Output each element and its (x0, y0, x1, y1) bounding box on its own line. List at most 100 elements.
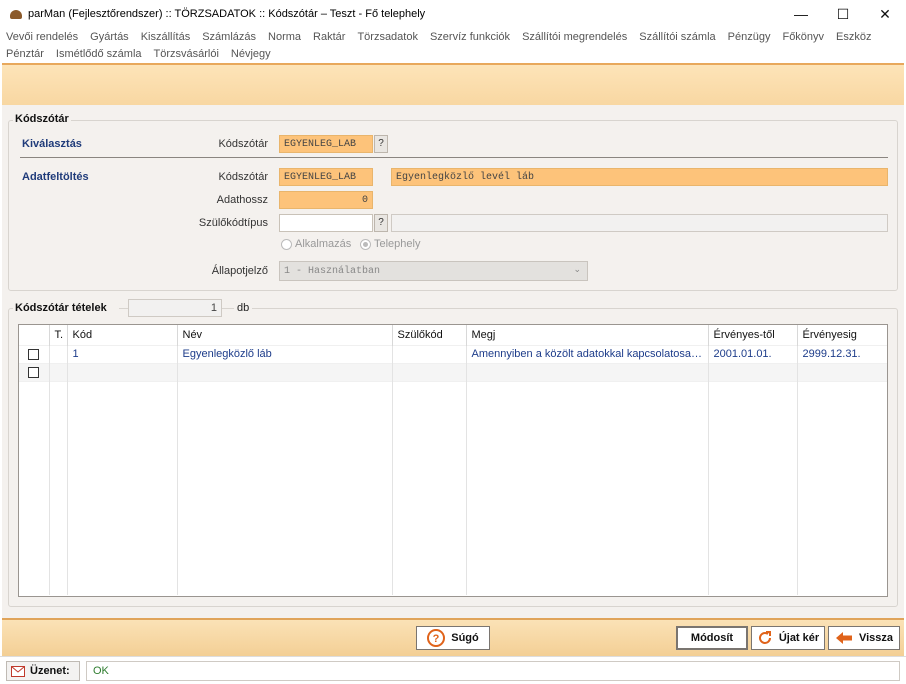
radio-telephely-label: Telephely (374, 238, 421, 250)
menu-penzugy[interactable]: Pénzügy (728, 30, 771, 45)
tetelek-unit: db (234, 302, 253, 314)
cell-t (49, 362, 68, 381)
szulokodtipus-desc-field (391, 214, 888, 232)
sugo-label: Súgó (451, 632, 479, 644)
table-row-new[interactable] (19, 362, 887, 381)
cell-ervenyesig: 2999.12.31. (797, 344, 887, 363)
tetelek-group-title: Kódszótár tételek (13, 302, 119, 314)
menu-penztar[interactable]: Pénztár (6, 47, 44, 62)
cell-ervenyes-tol: 2001.01.01. (708, 344, 798, 363)
szulokodtipus-label: Szülőkódtípus (198, 217, 268, 229)
szulokodtipus-lookup-button[interactable]: ? (374, 214, 388, 232)
section-divider (20, 157, 888, 158)
kivalasztas-lookup-button[interactable]: ? (374, 135, 388, 153)
close-button[interactable]: ✕ (864, 0, 906, 28)
adatfeltoltes-label: Adatfeltöltés (22, 171, 89, 183)
menu-nevjegy[interactable]: Névjegy (231, 47, 271, 62)
window-controls: — ☐ ✕ (780, 0, 906, 28)
col-header-szulokod[interactable]: Szülőkód (392, 325, 467, 345)
minimize-button[interactable]: — (780, 0, 822, 28)
adathossz-label: Adathossz (216, 194, 268, 206)
radio-alkalmazas[interactable]: Alkalmazás (281, 238, 351, 250)
items-table: T. Kód Név Szülőkód Megj Érvényes-től Ér… (18, 324, 888, 597)
adatfeltoltes-kod-label: Kódszótár (218, 171, 268, 183)
cell-ervenyesig (797, 362, 887, 381)
allapotjelzo-value: 1 - Használatban (284, 266, 381, 277)
maximize-button[interactable]: ☐ (822, 0, 864, 28)
window-title: parMan (Fejlesztőrendszer) :: TÖRZSADATO… (28, 8, 426, 20)
cell-nev (177, 362, 393, 381)
refresh-icon (758, 631, 771, 644)
row-checkbox[interactable] (28, 366, 40, 378)
status-message: OK (86, 661, 900, 681)
menu-ismetlodo-szamla[interactable]: Ismétlődő számla (56, 47, 142, 62)
col-header-kod[interactable]: Kód (67, 325, 178, 345)
radio-telephely-circle (360, 238, 371, 250)
kivalasztas-kod-label: Kódszótár (218, 138, 268, 150)
cell-szulokod (392, 344, 467, 363)
main-panel: Kódszótár Kiválasztás Kódszótár EGYENLEG… (2, 105, 904, 618)
menu-szamlazas[interactable]: Számlázás (202, 30, 256, 45)
col-header-ervenyesig[interactable]: Érvényesig (797, 325, 887, 345)
modosit-label: Módosít (690, 632, 734, 644)
allapotjelzo-label: Állapotjelző (211, 265, 268, 277)
szulokodtipus-field[interactable] (279, 214, 373, 232)
col-header-nev[interactable]: Név (177, 325, 393, 345)
radio-telephely[interactable]: Telephely (360, 238, 420, 250)
help-icon: ? (427, 629, 446, 647)
uzenet-label: Üzenet: (6, 661, 80, 681)
cell-ervenyes-tol (708, 362, 798, 381)
menu-raktar[interactable]: Raktár (313, 30, 345, 45)
menu-norma[interactable]: Norma (268, 30, 301, 45)
menu-kiszallitas[interactable]: Kiszállítás (141, 30, 191, 45)
bottom-toolbar: ? Súgó Módosít Újat kér Vissza (2, 618, 904, 656)
menu-szallitoi-szamla[interactable]: Szállítói számla (639, 30, 715, 45)
kivalasztas-kod-field[interactable]: EGYENLEG_LAB (279, 135, 373, 153)
chevron-down-icon: ⌄ (573, 265, 581, 275)
adathossz-field[interactable]: 0 (279, 191, 373, 209)
allapotjelzo-select[interactable]: 1 - Használatban ⌄ (279, 261, 588, 281)
menu-bar: Vevői rendelés Gyártás Kiszállítás Száml… (0, 28, 906, 62)
svg-text:?: ? (433, 633, 440, 645)
tetelek-count: 1 (128, 299, 222, 317)
radio-alkalmazas-circle (281, 238, 292, 250)
menu-gyartas[interactable]: Gyártás (90, 30, 129, 45)
menu-szallitoi-megrendeles[interactable]: Szállítói megrendelés (522, 30, 627, 45)
arrow-left-icon (835, 632, 852, 644)
app-icon (10, 9, 22, 19)
row-checkbox[interactable] (28, 348, 40, 360)
kodszotar-group-title: Kódszótár (13, 113, 71, 125)
cell-t (49, 344, 68, 363)
col-header-t[interactable]: T. (49, 325, 68, 345)
menu-szerviz-funkciok[interactable]: Szervíz funkciók (430, 30, 510, 45)
adatfeltoltes-kod-field[interactable]: EGYENLEG_LAB (279, 168, 373, 186)
menu-torzsadatok[interactable]: Törzsadatok (357, 30, 418, 45)
table-row-empty (19, 380, 887, 595)
cell-szulokod (392, 362, 467, 381)
cell-megj: Amennyiben a közölt adatokkal kapcsolato… (466, 344, 709, 363)
ujat-ker-button[interactable]: Újat kér (751, 626, 825, 650)
table-row[interactable]: 1 Egyenlegközlő láb Amennyiben a közölt … (19, 344, 887, 363)
header-stripe (2, 63, 904, 105)
title-bar: parMan (Fejlesztőrendszer) :: TÖRZSADATO… (0, 0, 906, 28)
radio-alkalmazas-label: Alkalmazás (295, 238, 352, 250)
uzenet-text: Üzenet: (30, 665, 70, 677)
col-header-megj[interactable]: Megj (466, 325, 709, 345)
cell-nev: Egyenlegközlő láb (177, 344, 393, 363)
ujat-ker-label: Újat kér (778, 632, 820, 644)
adatfeltoltes-desc-field[interactable]: Egyenlegközlő levél láb (391, 168, 888, 186)
menu-fokonyv[interactable]: Főkönyv (782, 30, 824, 45)
vissza-label: Vissza (858, 632, 894, 644)
modosit-button[interactable]: Módosít (676, 626, 748, 650)
cell-kod: 1 (67, 344, 178, 363)
cell-kod (67, 362, 178, 381)
vissza-button[interactable]: Vissza (828, 626, 900, 650)
menu-vevoi-rendeles[interactable]: Vevői rendelés (6, 30, 78, 45)
col-header-ervenyes-tol[interactable]: Érvényes-től (708, 325, 798, 345)
status-bar: Üzenet: OK (0, 656, 906, 684)
sugo-button[interactable]: ? Súgó (416, 626, 490, 650)
menu-eszkoz[interactable]: Eszköz (836, 30, 871, 45)
menu-torzsvasarloi[interactable]: Törzsvásárlói (154, 47, 219, 62)
col-header-select[interactable] (19, 325, 50, 345)
table-header-row: T. Kód Név Szülőkód Megj Érvényes-től Ér… (19, 325, 887, 345)
